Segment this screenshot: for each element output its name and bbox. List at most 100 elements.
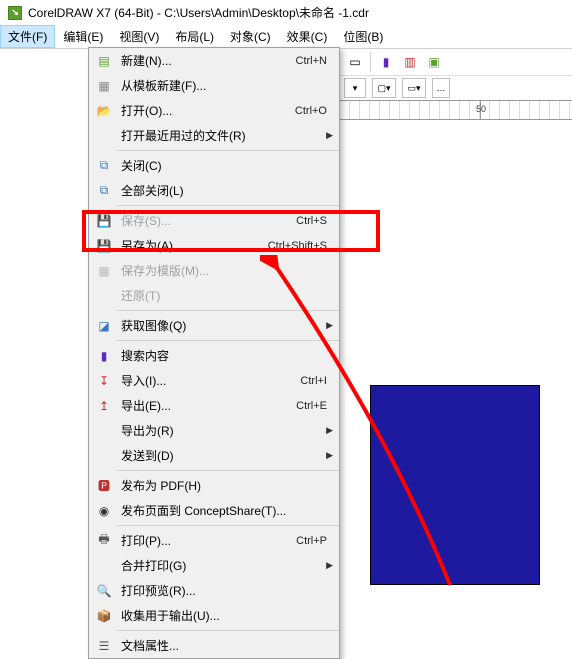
menu-item-publish-conceptshare[interactable]: ◉ 发布页面到 ConceptShare(T)... (89, 498, 339, 523)
print-icon: 🖶 (96, 533, 112, 549)
menu-item-print-preview[interactable]: 🔍 打印预览(R)... (89, 578, 339, 603)
menu-file[interactable]: 文件(F) (0, 25, 55, 48)
props-icon: ☰ (96, 638, 112, 654)
menu-item-print[interactable]: 🖶 打印(P)... Ctrl+P (89, 528, 339, 553)
menu-effect[interactable]: 效果(C) (279, 25, 336, 48)
menu-item-open[interactable]: 📂 打开(O)... Ctrl+O (89, 98, 339, 123)
menu-shortcut: Ctrl+O (295, 105, 333, 117)
menu-item-label: 新建(N)... (115, 52, 296, 69)
toolbar-button-1[interactable]: ▭ (344, 51, 366, 73)
menu-item-label: 打印(P)... (115, 532, 296, 549)
search-icon: ▮ (96, 348, 112, 364)
menu-item-label: 打开(O)... (115, 102, 295, 119)
toolbar-row-2: ▾ ▢▾ ▭▾ … (340, 76, 572, 100)
menu-item-label: 收集用于输出(U)... (115, 607, 333, 624)
concept-icon: ◉ (96, 503, 112, 519)
close-all-icon: ⧉ (96, 183, 112, 199)
menu-item-publish-pdf[interactable]: 🅿 发布为 PDF(H) (89, 473, 339, 498)
menu-item-label: 还原(T) (115, 287, 333, 304)
menu-item-new-from-template[interactable]: ▦ 从模板新建(F)... (89, 73, 339, 98)
new-doc-icon: ▤ (96, 53, 112, 69)
save-as-icon: 💾 (96, 238, 112, 254)
menu-item-label: 打印预览(R)... (115, 582, 333, 599)
menu-separator (117, 205, 339, 206)
menu-separator (117, 310, 339, 311)
menu-shortcut: Ctrl+I (300, 375, 333, 387)
submenu-arrow-icon: ▶ (326, 320, 333, 331)
template-icon: ▦ (96, 78, 112, 94)
menu-item-send-to[interactable]: 发送到(D) ▶ (89, 443, 339, 468)
close-doc-icon: ⧉ (96, 158, 112, 174)
menu-item-revert: 还原(T) (89, 283, 339, 308)
menu-item-import[interactable]: ↧ 导入(I)... Ctrl+I (89, 368, 339, 393)
pdf-icon: 🅿 (96, 478, 112, 494)
folder-open-icon: 📂 (96, 103, 112, 119)
app-icon-small: ▣ (426, 54, 442, 70)
menu-shortcut: Ctrl+S (296, 215, 333, 227)
acquire-icon: ◪ (96, 318, 112, 334)
menu-item-label: 全部关闭(L) (115, 182, 333, 199)
menu-item-label: 导入(I)... (115, 372, 300, 389)
menu-object[interactable]: 对象(C) (222, 25, 279, 48)
menu-item-new[interactable]: ▤ 新建(N)... Ctrl+N (89, 48, 339, 73)
toolbar-button-3[interactable]: ▥ (399, 51, 421, 73)
menu-item-save-template: ▦ 保存为模版(M)... (89, 258, 339, 283)
horizontal-ruler: 50 (340, 100, 572, 120)
menu-bitmap[interactable]: 位图(B) (335, 25, 391, 48)
menu-separator (117, 525, 339, 526)
menu-item-label: 合并打印(G) (115, 557, 326, 574)
collect-icon: 📦 (96, 608, 112, 624)
flag-icon: ▮ (378, 54, 394, 70)
ruler-tick-50: 50 (476, 104, 486, 114)
menu-separator (117, 630, 339, 631)
menu-item-label: 发送到(D) (115, 447, 326, 464)
menu-item-label: 从模板新建(F)... (115, 77, 333, 94)
menu-view[interactable]: 视图(V) (111, 25, 167, 48)
menu-item-export[interactable]: ↥ 导出(E)... Ctrl+E (89, 393, 339, 418)
layout-dropdown-2[interactable]: ▭▾ (402, 78, 426, 98)
menu-separator (117, 150, 339, 151)
app-icon: ↘ (8, 6, 22, 20)
menu-item-close[interactable]: ⧉ 关闭(C) (89, 153, 339, 178)
doc-icon: ▭ (347, 54, 363, 70)
submenu-arrow-icon: ▶ (326, 130, 333, 141)
save-template-icon: ▦ (96, 263, 112, 279)
menu-item-search-content[interactable]: ▮ 搜索内容 (89, 343, 339, 368)
units-dropdown[interactable]: ▾ (344, 78, 366, 98)
menu-item-open-recent[interactable]: 打开最近用过的文件(R) ▶ (89, 123, 339, 148)
toolbar-button-4[interactable]: ▣ (423, 51, 445, 73)
toolbar: ▭ ▮ ▥ ▣ (340, 49, 572, 76)
menu-item-label: 发布页面到 ConceptShare(T)... (115, 502, 333, 519)
menu-layout[interactable]: 布局(L) (167, 25, 222, 48)
toolbar-button-2[interactable]: ▮ (375, 51, 397, 73)
menu-item-label: 另存为(A)... (115, 237, 268, 254)
file-dropdown-menu: ▤ 新建(N)... Ctrl+N ▦ 从模板新建(F)... 📂 打开(O).… (88, 47, 340, 659)
menu-bar: 文件(F) 编辑(E) 视图(V) 布局(L) 对象(C) 效果(C) 位图(B… (0, 25, 572, 49)
menu-item-collect-output[interactable]: 📦 收集用于输出(U)... (89, 603, 339, 628)
menu-item-label: 导出为(R) (115, 422, 326, 439)
menu-item-label: 保存为模版(M)... (115, 262, 333, 279)
menu-item-merge-print[interactable]: 合并打印(G) ▶ (89, 553, 339, 578)
menu-item-label: 打开最近用过的文件(R) (115, 127, 326, 144)
menu-item-label: 文档属性... (115, 637, 333, 654)
menu-item-save: 💾 保存(S)... Ctrl+S (89, 208, 339, 233)
canvas-shape[interactable] (370, 385, 540, 585)
submenu-arrow-icon: ▶ (326, 560, 333, 571)
menu-edit[interactable]: 编辑(E) (55, 25, 111, 48)
menu-item-doc-props[interactable]: ☰ 文档属性... (89, 633, 339, 658)
menu-item-label: 导出(E)... (115, 397, 296, 414)
menu-separator (117, 340, 339, 341)
title-bar: ↘ CorelDRAW X7 (64-Bit) - C:\Users\Admin… (0, 0, 572, 25)
layout-dropdown-3[interactable]: … (432, 78, 450, 98)
menu-item-export-for[interactable]: 导出为(R) ▶ (89, 418, 339, 443)
menu-item-close-all[interactable]: ⧉ 全部关闭(L) (89, 178, 339, 203)
preview-icon: 🔍 (96, 583, 112, 599)
menu-item-label: 发布为 PDF(H) (115, 477, 333, 494)
export-icon: ↥ (96, 398, 112, 414)
menu-item-acquire-image[interactable]: ◪ 获取图像(Q) ▶ (89, 313, 339, 338)
menu-shortcut: Ctrl+N (296, 55, 333, 67)
submenu-arrow-icon: ▶ (326, 450, 333, 461)
layout-dropdown-1[interactable]: ▢▾ (372, 78, 396, 98)
menu-shortcut: Ctrl+Shift+S (268, 240, 333, 252)
menu-item-save-as[interactable]: 💾 另存为(A)... Ctrl+Shift+S (89, 233, 339, 258)
